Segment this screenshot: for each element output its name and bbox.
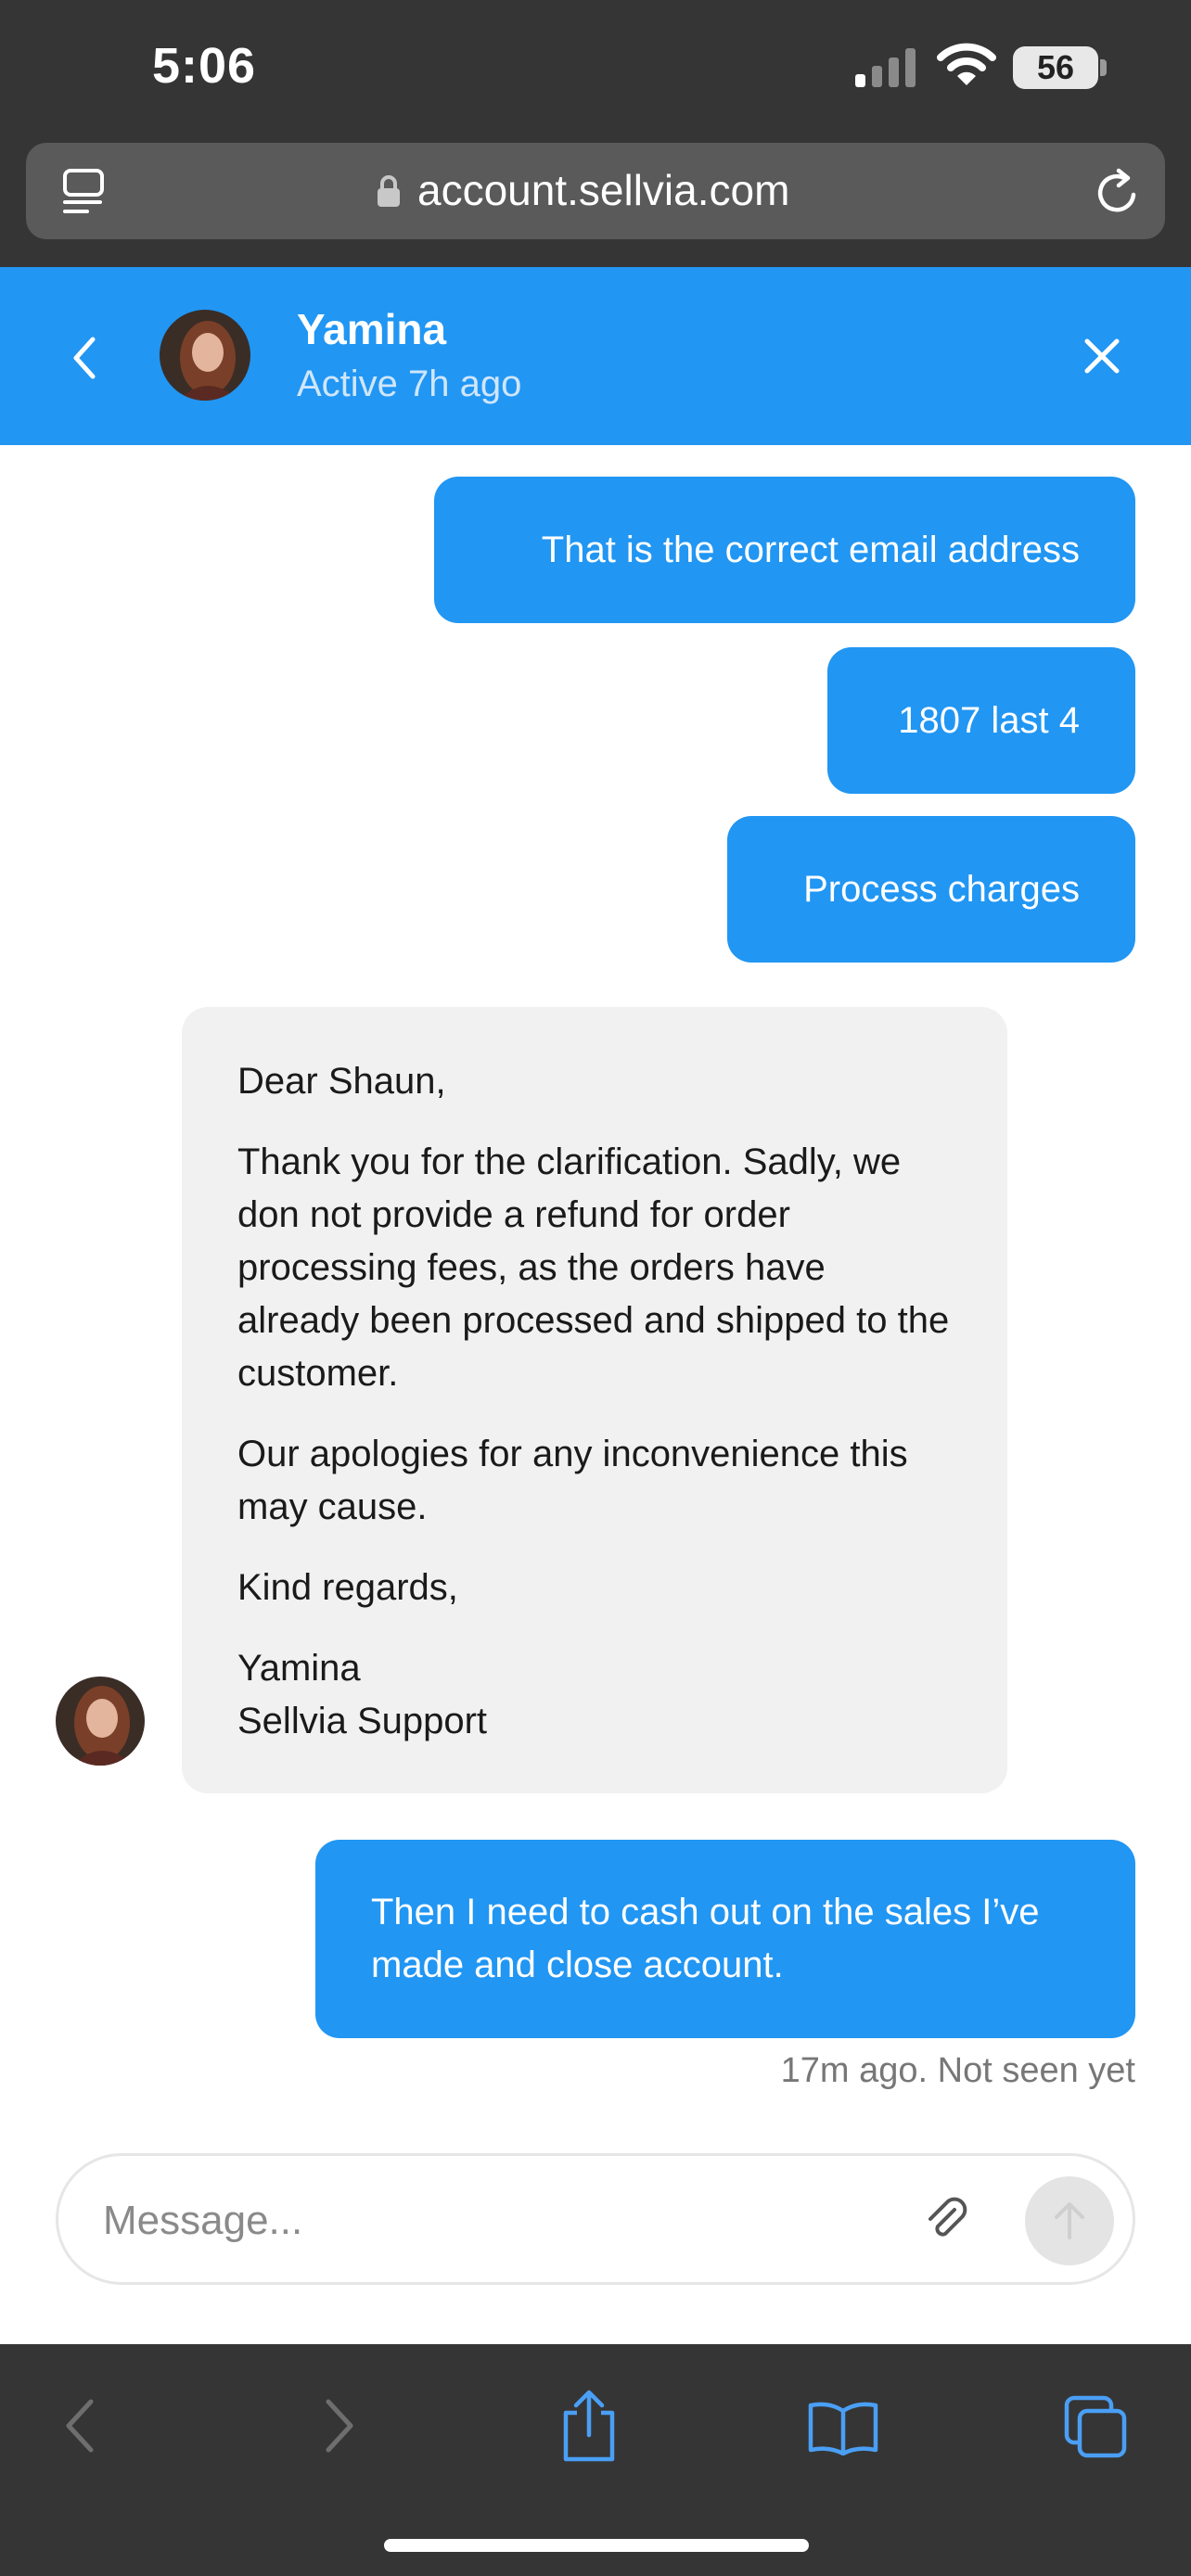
wifi-icon [937,43,996,85]
attach-icon[interactable] [919,2193,971,2245]
send-icon [1055,2202,1084,2239]
url-text[interactable]: account.sellvia.com [417,161,789,219]
battery-cap [1100,59,1107,76]
message-text: That is the correct email address [541,529,1080,570]
message-paragraph: Thank you for the clarification. Sadly, … [237,1141,950,1394]
message-paragraph: Kind regards, [237,1567,458,1608]
home-indicator[interactable] [384,2539,809,2552]
reload-icon[interactable] [1093,163,1145,219]
message-text: 1807 last 4 [898,699,1080,741]
contact-name: Yamina [297,305,447,353]
agent-avatar [56,1677,145,1766]
lock-icon [378,175,400,207]
outgoing-message: Process charges [727,816,1135,963]
message-signature: Yamina Sellvia Support [237,1648,488,1741]
tabs-icon[interactable] [59,167,108,215]
nav-forward-icon[interactable] [321,2396,358,2455]
outgoing-message: That is the correct email address [434,477,1135,623]
battery-indicator: 56 [1013,46,1098,89]
message-input[interactable] [101,2189,828,2252]
browser-chrome-top: 5:06 56 account.sellvia.com [0,0,1191,267]
cellular-signal-icon [855,48,916,87]
outgoing-message: Then I need to cash out on the sales I’v… [315,1840,1135,2038]
message-paragraph: Our apologies for any inconvenience this… [237,1434,908,1527]
message-paragraph: Dear Shaun, [237,1061,446,1102]
url-bar[interactable]: account.sellvia.com [26,143,1165,239]
message-receipt: 17m ago. Not seen yet [780,2051,1135,2090]
bookmarks-icon[interactable] [807,2400,879,2455]
tab-overview-icon[interactable] [1063,2394,1130,2461]
close-icon[interactable] [1082,336,1122,376]
nav-back-icon[interactable] [61,2396,98,2455]
status-time: 5:06 [152,38,257,94]
send-button[interactable] [1025,2176,1114,2265]
message-composer [56,2153,1135,2285]
contact-status: Active 7h ago [297,363,522,404]
chat-header: Yamina Active 7h ago [0,267,1191,445]
message-text: Then I need to cash out on the sales I’v… [371,1892,1040,1985]
incoming-message: Dear Shaun, Thank you for the clarificat… [182,1007,1007,1793]
outgoing-message: 1807 last 4 [827,647,1135,794]
contact-avatar [160,310,250,401]
share-icon[interactable] [557,2389,621,2463]
message-text: Process charges [803,868,1080,910]
back-chevron-icon[interactable] [67,334,100,382]
